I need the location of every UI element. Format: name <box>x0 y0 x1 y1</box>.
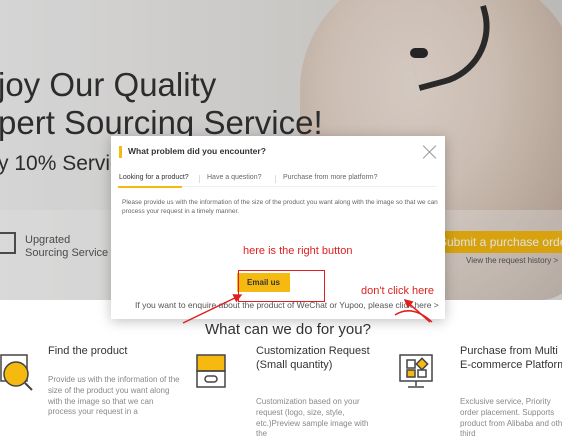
arrow-to-email-button <box>182 294 243 324</box>
arrow-curve <box>394 310 433 323</box>
annotation-arrows <box>182 294 433 324</box>
